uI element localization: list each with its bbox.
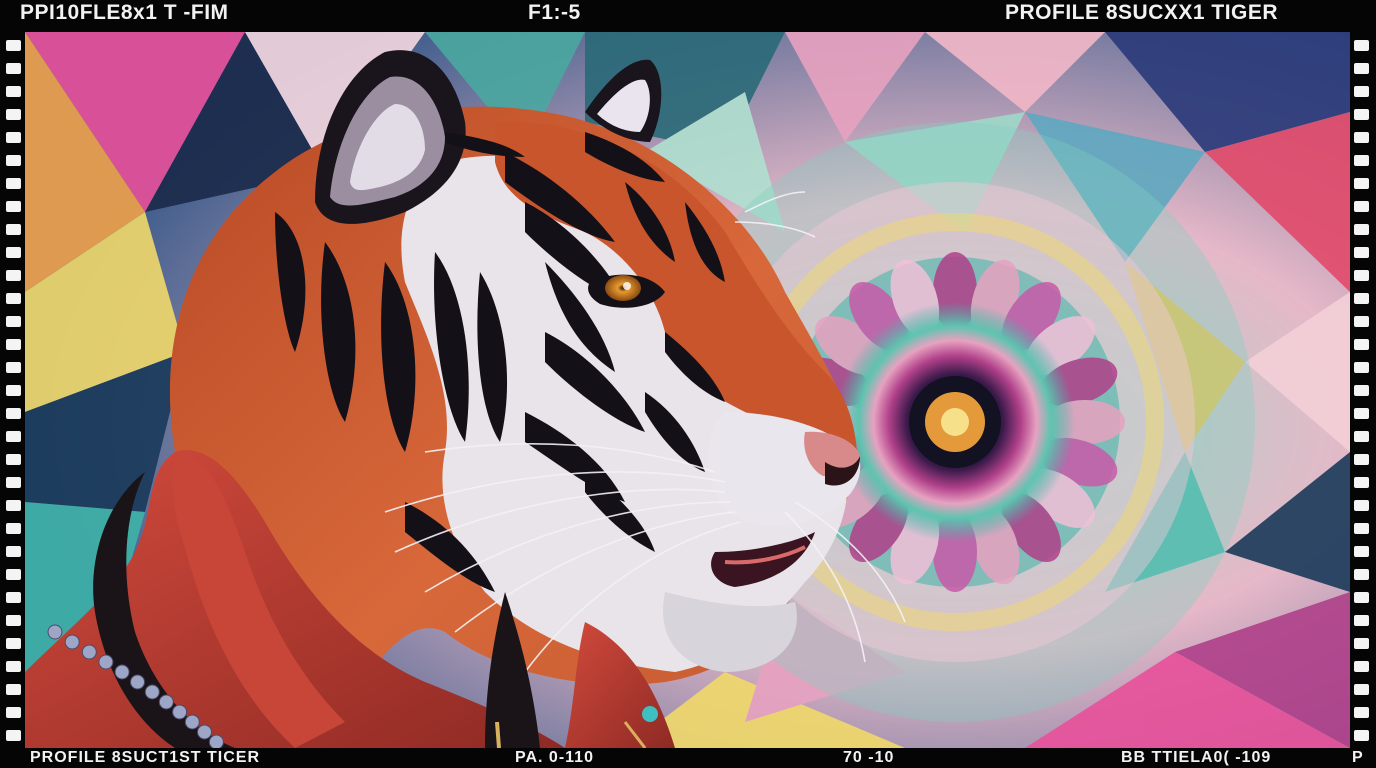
sprocket-hole bbox=[6, 293, 21, 304]
sprocket-hole bbox=[6, 178, 21, 189]
film-header-strip: PPI10FLE8x1 T -FIM F1:-5 PROFILE 8SUCXX1… bbox=[0, 0, 1376, 30]
footer-far-right-text: P bbox=[1352, 749, 1364, 766]
sprocket-hole bbox=[6, 201, 21, 212]
sprocket-hole bbox=[6, 109, 21, 120]
sprocket-hole bbox=[1354, 109, 1369, 120]
sprocket-hole bbox=[1354, 224, 1369, 235]
sprocket-hole bbox=[1354, 615, 1369, 626]
sprocket-hole bbox=[1354, 661, 1369, 672]
sprocket-hole bbox=[6, 477, 21, 488]
sprocket-hole bbox=[1354, 178, 1369, 189]
sprocket-hole bbox=[6, 546, 21, 557]
left-sprocket-holes bbox=[4, 32, 24, 748]
sprocket-hole bbox=[6, 592, 21, 603]
sprocket-hole bbox=[1354, 40, 1369, 51]
pearl-bead bbox=[130, 674, 145, 690]
footer-center-left-text: PA. 0-110 bbox=[515, 749, 594, 766]
sprocket-hole bbox=[1354, 638, 1369, 649]
pearl-bead bbox=[144, 684, 160, 700]
sprocket-hole bbox=[6, 523, 21, 534]
sprocket-hole bbox=[1354, 546, 1369, 557]
header-left-text: PPI10FLE8x1 T -FIM bbox=[20, 1, 229, 24]
sprocket-hole bbox=[6, 63, 21, 74]
right-sprocket-holes bbox=[1352, 32, 1372, 748]
pearl-bead bbox=[158, 694, 174, 710]
sprocket-hole bbox=[1354, 270, 1369, 281]
sprocket-hole bbox=[1354, 86, 1369, 97]
sprocket-hole bbox=[6, 224, 21, 235]
header-center-text: F1:-5 bbox=[528, 1, 581, 24]
sprocket-hole bbox=[1354, 385, 1369, 396]
sprocket-hole bbox=[1354, 63, 1369, 74]
sprocket-hole bbox=[1354, 132, 1369, 143]
tiger-photo bbox=[25, 32, 1350, 748]
footer-center-right-text: 70 -10 bbox=[843, 749, 895, 766]
sprocket-hole bbox=[6, 270, 21, 281]
sprocket-hole bbox=[6, 339, 21, 350]
film-frame: PPI10FLE8x1 T -FIM F1:-5 PROFILE 8SUCXX1… bbox=[0, 0, 1376, 768]
pearl-bead bbox=[172, 704, 188, 720]
sprocket-hole bbox=[1354, 339, 1369, 350]
pearl-bead bbox=[114, 664, 130, 680]
sprocket-hole bbox=[1354, 707, 1369, 718]
sprocket-hole bbox=[1354, 523, 1369, 534]
sprocket-hole bbox=[6, 684, 21, 695]
sprocket-hole bbox=[6, 362, 21, 373]
sprocket-hole bbox=[6, 569, 21, 580]
sprocket-hole bbox=[6, 707, 21, 718]
sprocket-hole bbox=[6, 155, 21, 166]
pearl-bead bbox=[81, 644, 97, 660]
sprocket-hole bbox=[1354, 155, 1369, 166]
sprocket-hole bbox=[1354, 730, 1369, 741]
sprocket-hole bbox=[1354, 477, 1369, 488]
pearl-bead bbox=[98, 654, 114, 670]
sprocket-hole bbox=[6, 86, 21, 97]
footer-right-text: BB TTIELA0( -109 bbox=[1121, 749, 1272, 766]
footer-left-text: PROFILE 8SUCT1ST TICER bbox=[30, 749, 261, 766]
film-footer-strip: PROFILE 8SUCT1ST TICER PA. 0-110 70 -10 … bbox=[0, 748, 1376, 768]
sprocket-hole bbox=[6, 500, 21, 511]
sprocket-hole bbox=[6, 730, 21, 741]
sprocket-hole bbox=[1354, 454, 1369, 465]
sprocket-hole bbox=[6, 247, 21, 258]
sprocket-hole bbox=[6, 385, 21, 396]
pearl-bead bbox=[208, 734, 224, 748]
sprocket-hole bbox=[1354, 684, 1369, 695]
pearl-bead bbox=[197, 724, 212, 740]
sprocket-hole bbox=[6, 615, 21, 626]
sprocket-hole bbox=[1354, 201, 1369, 212]
sprocket-hole bbox=[1354, 316, 1369, 327]
sprocket-hole bbox=[1354, 293, 1369, 304]
sprocket-hole bbox=[6, 638, 21, 649]
sprocket-hole bbox=[1354, 362, 1369, 373]
sprocket-hole bbox=[6, 316, 21, 327]
sprocket-hole bbox=[1354, 408, 1369, 419]
sprocket-hole bbox=[1354, 431, 1369, 442]
sprocket-hole bbox=[6, 408, 21, 419]
sprocket-hole bbox=[1354, 592, 1369, 603]
pearl-bead bbox=[184, 714, 200, 730]
sprocket-hole bbox=[6, 40, 21, 51]
header-right-text: PROFILE 8SUCXX1 TIGER bbox=[1005, 1, 1279, 24]
sprocket-hole bbox=[1354, 247, 1369, 258]
pearl-bead bbox=[47, 624, 63, 640]
sprocket-hole bbox=[6, 132, 21, 143]
sprocket-hole bbox=[1354, 500, 1369, 511]
sprocket-hole bbox=[6, 431, 21, 442]
pearl-bead bbox=[64, 634, 80, 650]
sprocket-hole bbox=[1354, 569, 1369, 580]
sprocket-hole bbox=[6, 454, 21, 465]
sprocket-hole bbox=[6, 661, 21, 672]
